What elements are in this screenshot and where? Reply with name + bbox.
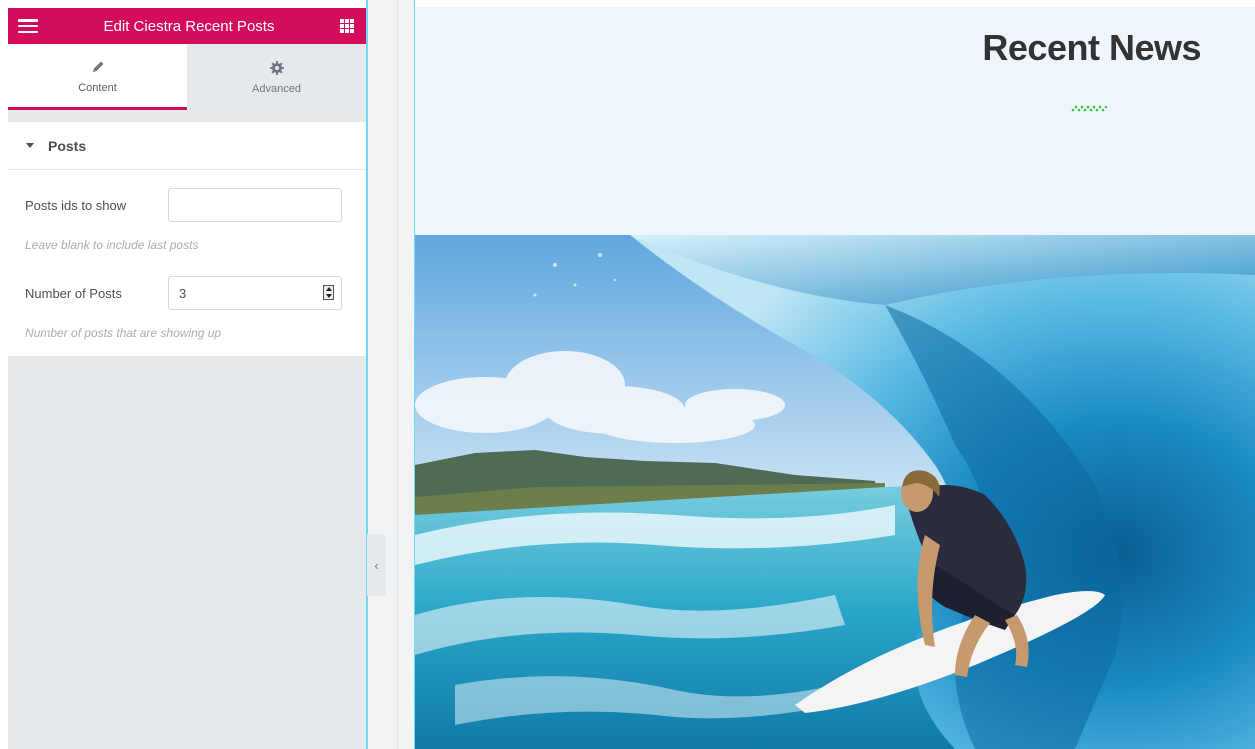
- pencil-icon: [90, 58, 106, 76]
- num-posts-help: Number of posts that are showing up: [25, 326, 222, 340]
- heading-ornament-icon: [1071, 105, 1108, 112]
- post-ids-control: Posts ids to show: [25, 188, 342, 222]
- editor-panel: Edit Ciestra Recent Posts Content Advanc…: [8, 8, 366, 749]
- hero-surf-image[interactable]: [415, 235, 1255, 749]
- post-ids-input[interactable]: [168, 188, 342, 222]
- gutter-divider: [397, 0, 398, 749]
- caret-down-icon: [26, 143, 34, 148]
- preview-canvas: Recent News: [415, 7, 1255, 749]
- tab-advanced-label: Advanced: [252, 83, 301, 95]
- num-posts-field: [168, 276, 342, 310]
- chevron-left-icon: ‹: [374, 557, 379, 573]
- hamburger-icon[interactable]: [18, 19, 38, 33]
- panel-tabs: Content Advanced: [8, 44, 366, 110]
- grid-icon[interactable]: [340, 19, 354, 33]
- panel-title: Edit Ciestra Recent Posts: [103, 17, 275, 35]
- panel-header: Edit Ciestra Recent Posts: [8, 8, 366, 44]
- tab-advanced[interactable]: Advanced: [187, 44, 366, 110]
- post-ids-help: Leave blank to include last posts: [25, 238, 199, 252]
- surfer-photo: [415, 235, 1255, 749]
- post-ids-label: Posts ids to show: [25, 197, 127, 213]
- stepper-up-icon: [325, 287, 332, 292]
- num-posts-input[interactable]: [168, 276, 342, 310]
- collapse-panel-button[interactable]: ‹: [367, 534, 386, 596]
- preview-gutter: [368, 0, 414, 749]
- panel-resize-edge[interactable]: [366, 0, 368, 749]
- num-posts-label: Number of Posts: [25, 285, 122, 301]
- section-posts-title: Posts: [48, 137, 87, 154]
- section-posts-toggle[interactable]: Posts: [8, 122, 366, 170]
- recent-news-heading[interactable]: Recent News: [982, 27, 1201, 69]
- stepper-down-icon: [325, 293, 332, 298]
- gear-icon: [269, 59, 285, 77]
- posts-controls: Posts ids to show Leave blank to include…: [8, 170, 366, 356]
- section-posts: Posts Posts ids to show Leave blank to i…: [8, 122, 366, 356]
- tab-content-label: Content: [78, 81, 117, 94]
- tab-content[interactable]: Content: [8, 44, 187, 110]
- num-posts-stepper[interactable]: [323, 285, 334, 300]
- num-posts-control: Number of Posts: [25, 276, 342, 310]
